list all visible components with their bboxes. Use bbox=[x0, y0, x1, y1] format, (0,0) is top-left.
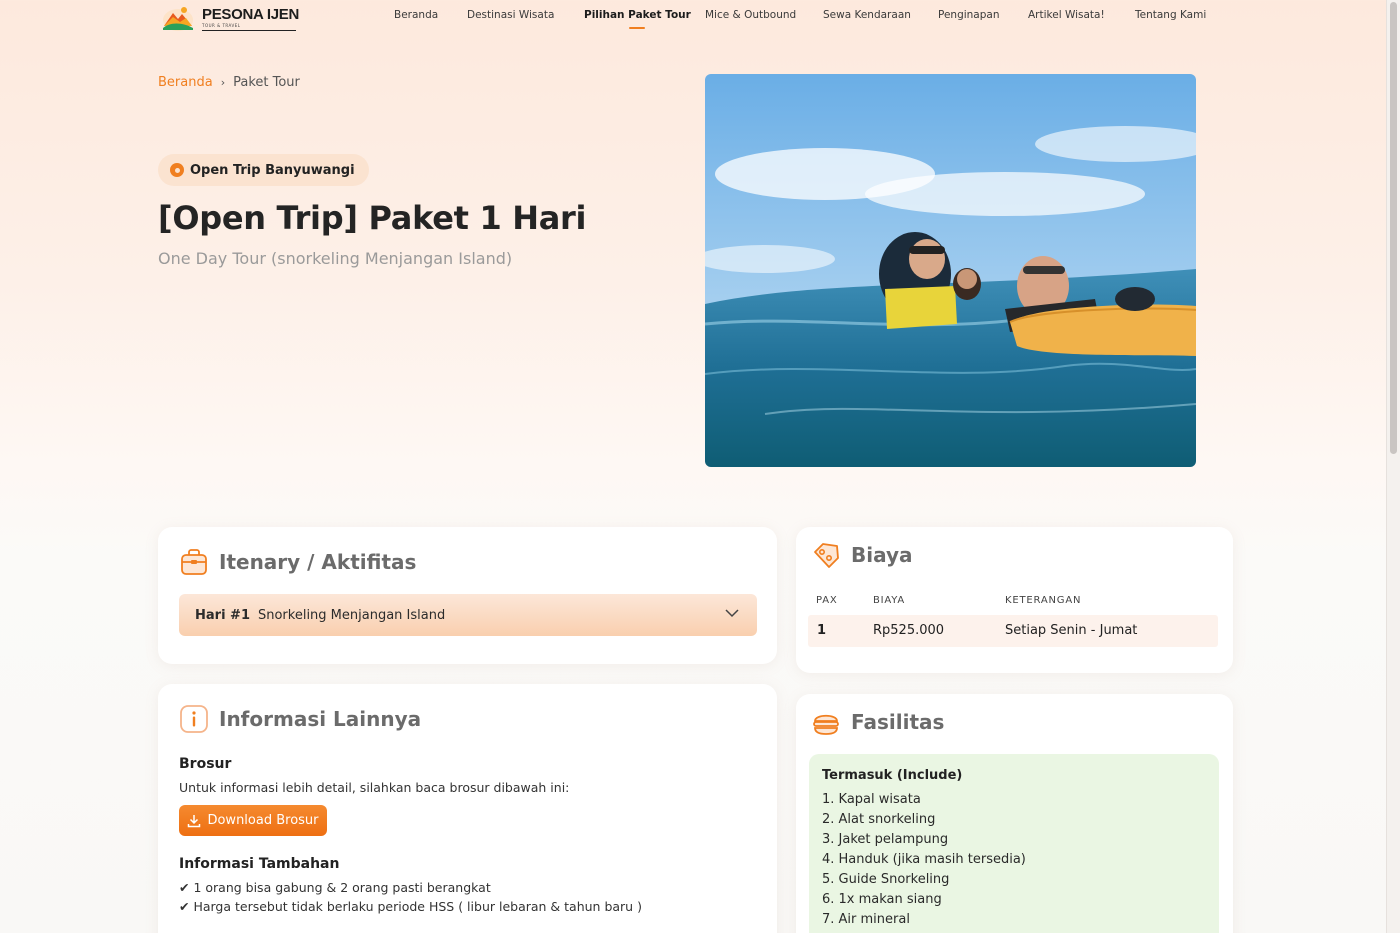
biaya-card: Biaya PAX BIAYA KETERANGAN 1 Rp525.000 S… bbox=[796, 527, 1233, 673]
fasilitas-title: Fasilitas bbox=[851, 710, 945, 734]
day-activity: Snorkeling Menjangan Island bbox=[257, 607, 446, 623]
nav-item-penginapan[interactable]: Penginapan bbox=[938, 9, 1000, 21]
scrollbar-thumb[interactable] bbox=[1390, 2, 1397, 454]
food-bowl-icon bbox=[813, 714, 839, 735]
page-scrollbar[interactable] bbox=[1386, 0, 1400, 933]
biaya-title: Biaya bbox=[851, 543, 913, 567]
suitcase-icon bbox=[181, 549, 207, 575]
brand-tagline: TOUR & TRAVEL bbox=[202, 23, 296, 31]
col-biaya: BIAYA bbox=[873, 595, 906, 606]
itinerary-day-1-accordion[interactable]: Hari #1 Snorkeling Menjangan Island bbox=[179, 594, 757, 636]
page-subtitle: One Day Tour (snorkeling Menjangan Islan… bbox=[158, 249, 513, 268]
top-navbar: PESONA IJEN TOUR & TRAVEL Beranda Destin… bbox=[0, 0, 1386, 38]
col-pax: PAX bbox=[816, 595, 838, 606]
include-list: 1. Kapal wisata 2. Alat snorkeling 3. Ja… bbox=[822, 790, 1026, 930]
list-item: 1. Kapal wisata bbox=[822, 792, 921, 807]
include-box: Termasuk (Include) 1. Kapal wisata 2. Al… bbox=[809, 754, 1219, 933]
list-item: 5. Guide Snorkeling bbox=[822, 872, 950, 887]
nav-item-pilihan-paket-tour[interactable]: Pilihan Paket Tour bbox=[584, 9, 691, 29]
table-row: 1 Rp525.000 Setiap Senin - Jumat bbox=[808, 615, 1218, 647]
price-tag-icon bbox=[814, 543, 839, 568]
list-item: 7. Air mineral bbox=[822, 912, 910, 927]
list-item: 6. 1x makan siang bbox=[822, 892, 942, 907]
nav-item-destinasi-wisata[interactable]: Destinasi Wisata bbox=[467, 9, 554, 21]
itinerary-title: Itenary / Aktifitas bbox=[219, 550, 417, 574]
fasilitas-card: Fasilitas Termasuk (Include) 1. Kapal wi… bbox=[796, 694, 1233, 933]
info-icon bbox=[180, 705, 208, 733]
include-title: Termasuk (Include) bbox=[822, 768, 963, 783]
cell-keterangan: Setiap Senin - Jumat bbox=[1005, 623, 1138, 638]
logo-mountain-icon bbox=[163, 7, 193, 31]
list-item: ✔ Harga tersebut tidak berlaku periode H… bbox=[179, 899, 642, 914]
brand-logo[interactable]: PESONA IJEN TOUR & TRAVEL bbox=[162, 4, 299, 32]
list-item: 2. Alat snorkeling bbox=[822, 812, 936, 827]
download-brosur-button[interactable]: Download Brosur bbox=[179, 805, 327, 836]
brosur-heading: Brosur bbox=[179, 756, 232, 772]
info-tambahan-heading: Informasi Tambahan bbox=[179, 856, 340, 872]
list-item: 3. Jaket pelampung bbox=[822, 832, 949, 847]
brosur-text: Untuk informasi lebih detail, silahkan b… bbox=[179, 780, 570, 795]
info-title: Informasi Lainnya bbox=[219, 707, 422, 731]
list-item: ✔ 1 orang bisa gabung & 2 orang pasti be… bbox=[179, 880, 491, 895]
nav-item-beranda[interactable]: Beranda bbox=[394, 9, 438, 21]
breadcrumb: Beranda › Paket Tour bbox=[158, 75, 300, 90]
breadcrumb-separator: › bbox=[220, 76, 226, 89]
info-card: Informasi Lainnya Brosur Untuk informasi… bbox=[158, 684, 777, 933]
chevron-down-icon bbox=[725, 609, 739, 618]
trip-category-badge: Open Trip Banyuwangi bbox=[158, 154, 369, 186]
nav-item-tentang-kami[interactable]: Tentang Kami bbox=[1135, 9, 1206, 21]
brand-name: PESONA IJEN bbox=[202, 5, 300, 23]
list-item: 4. Handuk (jika masih tersedia) bbox=[822, 852, 1026, 867]
location-pin-icon bbox=[170, 163, 184, 177]
page-title: [Open Trip] Paket 1 Hari bbox=[158, 199, 587, 237]
download-brosur-label: Download Brosur bbox=[207, 813, 319, 828]
hero-photo-snorkeling bbox=[705, 74, 1196, 467]
breadcrumb-home-link[interactable]: Beranda bbox=[158, 75, 213, 90]
nav-item-mice-outbound[interactable]: Mice & Outbound bbox=[705, 9, 796, 21]
cell-pax: 1 bbox=[817, 623, 827, 638]
download-icon bbox=[188, 814, 201, 827]
cell-biaya: Rp525.000 bbox=[873, 623, 945, 638]
nav-item-sewa-kendaraan[interactable]: Sewa Kendaraan bbox=[823, 9, 911, 21]
day-label: Hari #1 bbox=[195, 607, 250, 623]
badge-label: Open Trip Banyuwangi bbox=[190, 162, 355, 178]
col-keterangan: KETERANGAN bbox=[1005, 595, 1082, 606]
itinerary-card: Itenary / Aktifitas Hari #1 Snorkeling M… bbox=[158, 527, 777, 664]
nav-item-artikel-wisata[interactable]: Artikel Wisata! bbox=[1028, 9, 1105, 21]
breadcrumb-current: Paket Tour bbox=[233, 75, 300, 90]
